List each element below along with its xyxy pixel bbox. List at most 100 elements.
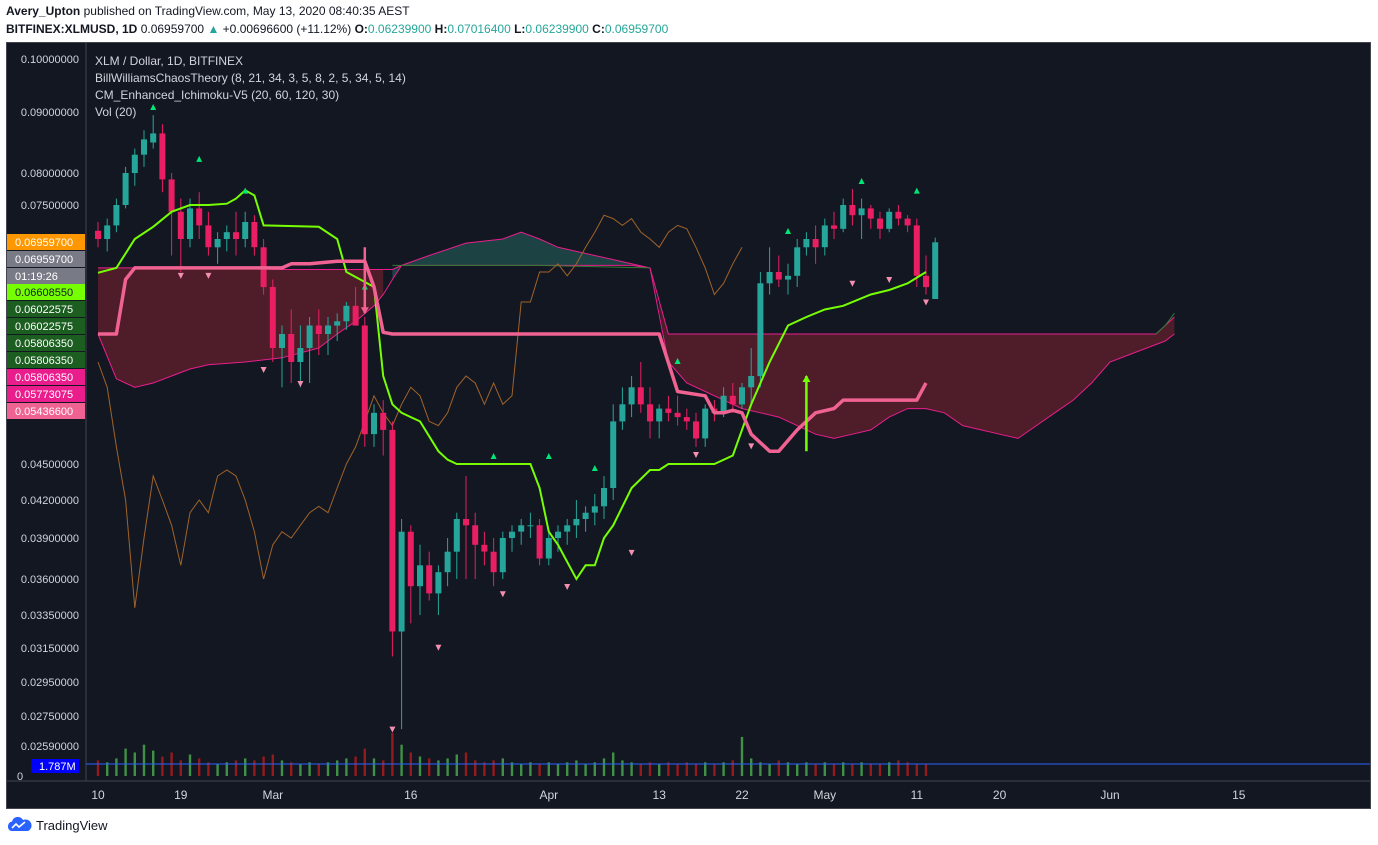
time-axis-label: May — [813, 788, 836, 802]
price-badge-text: 0.05436600 — [15, 406, 73, 418]
candle-body — [269, 287, 276, 348]
candle-body — [380, 412, 387, 430]
volume-bar — [639, 764, 642, 776]
candle-body — [187, 208, 193, 239]
candle-body — [371, 412, 377, 435]
candle-body — [840, 205, 847, 229]
time-axis-label: Mar — [262, 788, 283, 802]
candle-body — [315, 325, 322, 334]
footer-brand[interactable]: TradingView — [36, 818, 108, 833]
candle-body — [913, 225, 920, 276]
price-badge-text: 01:19:26 — [15, 271, 58, 283]
price-axis-label: 0.04500000 — [21, 459, 79, 471]
candle-body — [601, 488, 607, 507]
time-axis-label: Jun — [1100, 788, 1119, 802]
volume-bar — [400, 744, 403, 776]
candle-body — [251, 222, 258, 248]
price-badge-text: 0.05806350 — [15, 338, 73, 350]
candle-body — [739, 387, 745, 405]
volume-bar — [382, 760, 385, 776]
volume-bar — [694, 764, 698, 776]
last-price: 0.06959700 — [140, 22, 205, 36]
price-chart[interactable]: 0.10000000 0.09000000 0.08000000 0.07500000… — [7, 43, 1370, 808]
price-axis-label: 0.02950000 — [21, 677, 79, 689]
close-value: 0.06959700 — [604, 22, 669, 36]
volume-bar — [676, 764, 679, 776]
volume-bar — [437, 760, 440, 776]
price-badge-text: 0.05806350 — [15, 355, 73, 367]
price-badge-text: 0.05773075 — [15, 389, 73, 401]
candle-body — [435, 572, 442, 594]
volume-bar — [501, 758, 504, 776]
volume-bar — [418, 756, 422, 776]
volume-bar — [372, 758, 376, 776]
candle-body — [637, 387, 644, 405]
candle-body — [481, 544, 488, 552]
price-axis-label: 0.03150000 — [21, 643, 79, 655]
time-axis-label: 16 — [404, 788, 418, 802]
candle-body — [702, 408, 709, 439]
volume-bar — [915, 764, 918, 776]
symbol-name: BITFINEX:XLMUSD, 1D — [6, 22, 138, 36]
candle-body — [472, 525, 479, 545]
candle-body — [619, 404, 626, 422]
candle-body — [849, 205, 856, 216]
volume-bar — [271, 754, 274, 776]
chart-frame[interactable]: 0.10000000 0.09000000 0.08000000 0.07500000… — [6, 42, 1371, 809]
price-axis-label: 0.08000000 — [21, 168, 79, 180]
candle-body — [693, 421, 699, 439]
legend-indicator-ichimoku[interactable]: CM_Enhanced_Ichimoku-V5 (20, 60, 120, 30… — [95, 87, 406, 104]
volume-bar — [538, 764, 541, 776]
low-value: 0.06239900 — [525, 22, 589, 36]
volume-bar — [878, 764, 882, 776]
volume-bar — [161, 756, 164, 776]
legend-indicator-volume[interactable]: Vol (20) — [95, 104, 406, 121]
close-label: C: — [592, 22, 605, 36]
plot-background — [7, 43, 1370, 808]
candle-body — [122, 173, 129, 205]
candle-body — [177, 211, 184, 239]
candle-body — [582, 512, 589, 519]
candle-body — [748, 376, 755, 388]
volume-bar — [897, 760, 900, 776]
author-name[interactable]: Avery_Upton — [6, 4, 80, 18]
candle-body — [389, 429, 396, 632]
candle-body — [757, 283, 764, 377]
candle-body — [812, 239, 819, 248]
volume-bar — [520, 764, 523, 776]
candle-body — [113, 205, 120, 226]
candle-body — [242, 222, 249, 239]
time-axis-label: 15 — [1232, 788, 1246, 802]
price-axis-label: 0.07500000 — [21, 200, 79, 212]
candle-body — [821, 225, 828, 248]
time-axis-label: 11 — [911, 788, 924, 802]
candle-body — [564, 525, 571, 532]
candle-body — [610, 421, 617, 488]
volume-bar — [345, 758, 348, 776]
low-label: L: — [514, 22, 526, 36]
volume-bar — [317, 764, 320, 776]
candle-body — [205, 225, 212, 248]
candle-body — [509, 531, 515, 538]
candle-body — [785, 275, 791, 280]
candle-body — [334, 321, 341, 326]
volume-bar — [924, 764, 928, 776]
price-badge-text: 0.05806350 — [15, 372, 73, 384]
price-axis-label: 0.03350000 — [21, 610, 79, 622]
candle-body — [398, 531, 405, 632]
volume-bar — [814, 764, 817, 776]
volume-bar — [115, 758, 118, 776]
candle-body — [683, 417, 690, 422]
time-axis-label: 10 — [91, 788, 105, 802]
candle-body — [223, 232, 230, 239]
legend-indicator-chaos[interactable]: BillWilliamsChaosTheory (8, 21, 34, 3, 5… — [95, 70, 406, 87]
candle-body — [426, 565, 433, 594]
candle-body — [407, 531, 414, 587]
price-change: +0.00696600 (+11.12%) — [222, 22, 352, 36]
time-axis-label: 22 — [735, 788, 749, 802]
price-badge-text: 0.06608550 — [15, 287, 73, 299]
candle-body — [665, 408, 672, 413]
tradingview-cloud-icon — [7, 817, 32, 831]
candle-body — [895, 211, 902, 219]
legend-title[interactable]: XLM / Dollar, 1D, BITFINEX — [95, 53, 406, 70]
